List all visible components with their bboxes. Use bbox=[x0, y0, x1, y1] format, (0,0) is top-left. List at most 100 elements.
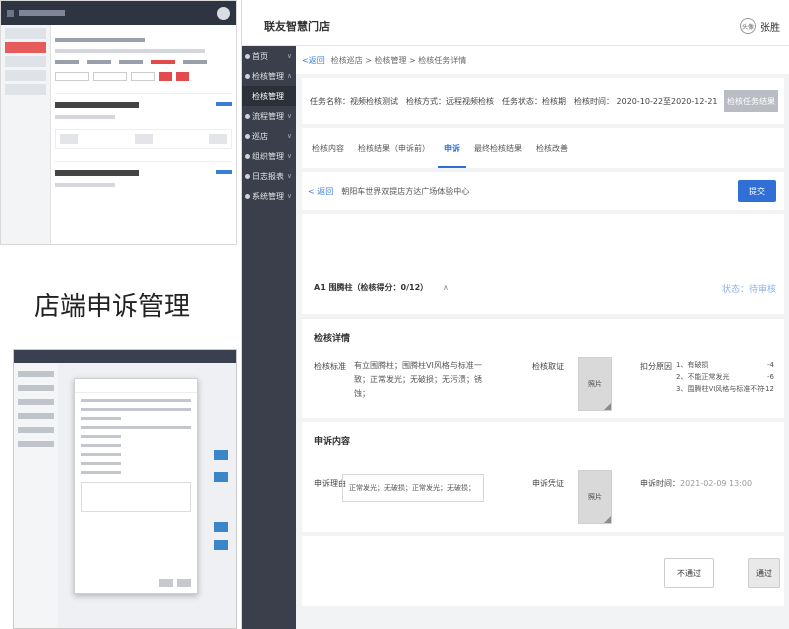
appeal-proof-photo[interactable]: 照片 bbox=[578, 470, 612, 524]
sidebar: 首页 ∨ 检核管理 ∧ 检核管理 流程管理 ∨ 巡店 ∨ 组织管理 ∨ 日志报表 ∨ 系统管… bbox=[242, 46, 296, 629]
inspection-details: 检核详情 检核标准 有立围腾柱；围腾柱VI风格与标准一致；正常发光；无破损；无污… bbox=[302, 318, 784, 418]
tab-improvement[interactable]: 检核改善 bbox=[536, 128, 568, 168]
sidebar-item-org[interactable]: 组织管理 ∨ bbox=[242, 146, 296, 166]
preview-modal bbox=[74, 378, 198, 594]
preview-line bbox=[18, 441, 54, 447]
evidence-label: 检核取证 bbox=[532, 362, 564, 371]
reason-score: -6 bbox=[767, 373, 774, 381]
sidebar-item-logs[interactable]: 日志报表 ∨ bbox=[242, 166, 296, 186]
preview-line bbox=[18, 371, 54, 377]
preview-filter-row bbox=[55, 72, 232, 81]
preview-line bbox=[18, 385, 54, 391]
preview-topbar bbox=[14, 350, 236, 363]
collapse-toggle-icon[interactable]: ∧ bbox=[443, 283, 449, 292]
sidebar-item-system[interactable]: 系统管理 ∨ bbox=[242, 186, 296, 206]
preview-line bbox=[18, 399, 54, 405]
settings-icon bbox=[245, 193, 250, 199]
home-icon bbox=[245, 53, 250, 59]
preview-line bbox=[81, 471, 121, 474]
chevron-up-icon: ∧ bbox=[286, 72, 292, 80]
reason-score: -4 bbox=[767, 361, 774, 369]
preview-line bbox=[81, 426, 191, 429]
section-caption: 店端申诉管理 bbox=[34, 292, 191, 322]
preview-header-bar bbox=[1, 1, 236, 25]
sidebar-item-label: 日志报表 bbox=[252, 171, 284, 181]
preview-nav-item bbox=[5, 56, 46, 67]
user-menu[interactable]: 头像 张胜 bbox=[740, 18, 780, 34]
preview-tab bbox=[87, 60, 111, 64]
reason-score: -12 bbox=[762, 385, 774, 393]
submit-button[interactable]: 提交 bbox=[738, 180, 776, 202]
sidebar-item-home[interactable]: 首页 ∨ bbox=[242, 46, 296, 66]
preview-line bbox=[55, 38, 145, 42]
sidebar-item-inspection[interactable]: 检核管理 ∧ bbox=[242, 66, 296, 86]
standard-label: 检核标准 bbox=[314, 362, 346, 371]
store-bar: < 返回 朝阳车世界双提店方达广场体验中心 提交 bbox=[302, 172, 784, 210]
preview-blue-button bbox=[214, 540, 228, 550]
action-bar: 不通过 通过 bbox=[302, 536, 784, 606]
appeal-title: 申诉内容 bbox=[314, 437, 351, 447]
preview-line bbox=[81, 444, 121, 447]
preview-tab bbox=[119, 60, 143, 64]
breadcrumb-path: 检核巡店 > 检核管理 > 检核任务详情 bbox=[330, 55, 467, 65]
tab-appeal[interactable]: 申诉 bbox=[438, 128, 466, 168]
tab-inspection-content[interactable]: 检核内容 bbox=[312, 128, 344, 168]
preview-logo bbox=[19, 10, 65, 16]
avatar[interactable]: 头像 bbox=[740, 18, 756, 34]
preview-line bbox=[81, 453, 121, 456]
standard-text: 有立围腾柱；围腾柱VI风格与标准一致；正常发光；无破损；无污渍；锈蚀； bbox=[354, 361, 482, 398]
back-link[interactable]: <返回 bbox=[302, 55, 325, 66]
task-time: 检核时间： 2020-10-22至2020-12-21 bbox=[574, 96, 718, 106]
store-back-link[interactable]: < 返回 bbox=[308, 186, 333, 197]
chevron-down-icon: ∨ bbox=[286, 172, 292, 180]
tab-result-before-appeal[interactable]: 检核结果（申诉前） bbox=[358, 128, 430, 168]
sidebar-item-label: 检核管理 bbox=[252, 91, 284, 101]
user-name[interactable]: 张胜 bbox=[760, 19, 780, 34]
item-title-text: A1 围腾柱（检核得分：0/12） bbox=[314, 283, 429, 292]
desktop-app: 联友智慧门店 头像 张胜 首页 ∨ 检核管理 ∧ 检核管理 流程管理 ∨ 巡店 ∨ 组织… bbox=[241, 0, 789, 629]
chevron-down-icon: ∨ bbox=[286, 112, 292, 120]
preview-modal-header bbox=[75, 379, 197, 393]
appeal-reason-field[interactable]: 正常发光；无破损；正常发光；无破损； bbox=[342, 474, 484, 502]
preview-card bbox=[55, 161, 232, 187]
screenshot-root: 店端申诉管理 联友智慧门店 头像 张胜 首页 ∨ 检核管理 ∧ 检核管理 流程管… bbox=[0, 0, 789, 629]
preview-line bbox=[81, 435, 121, 438]
preview-tab bbox=[183, 60, 207, 64]
deduct-label: 扣分原因 bbox=[640, 362, 672, 371]
preview-card-link bbox=[216, 170, 232, 174]
sidebar-item-patrol[interactable]: 巡店 ∨ bbox=[242, 126, 296, 146]
appeal-content: 申诉内容 申诉理由 正常发光；无破损；正常发光；无破损； 申诉凭证 照片 申诉时… bbox=[302, 422, 784, 532]
task-info-bar: 任务名称：视频检核测试 检核方式：远程视频检核 任务状态：检核期 检核时间： 2… bbox=[302, 78, 784, 124]
preview-input bbox=[55, 72, 89, 81]
preview-line bbox=[18, 427, 54, 433]
pass-button[interactable]: 通过 bbox=[748, 558, 780, 588]
process-icon bbox=[245, 113, 250, 119]
preview-card-title bbox=[55, 170, 139, 176]
chevron-down-icon: ∨ bbox=[286, 152, 292, 160]
evidence-photo[interactable]: 照片 bbox=[578, 357, 612, 411]
preview-sidebar bbox=[14, 363, 58, 628]
preview-tabs bbox=[55, 60, 232, 64]
status-badge: 状态：待审核 bbox=[721, 285, 776, 295]
task-result-button[interactable]: 检核任务结果 bbox=[724, 90, 778, 112]
sidebar-item-label: 组织管理 bbox=[252, 151, 284, 161]
item-header: A1 围腾柱（检核得分：0/12） ∧ 状态：待审核 bbox=[302, 214, 784, 314]
mobile-list-preview bbox=[0, 0, 237, 245]
reject-button[interactable]: 不通过 bbox=[664, 558, 714, 588]
preview-sidebar bbox=[1, 25, 51, 244]
tab-final-result[interactable]: 最终检核结果 bbox=[474, 128, 522, 168]
appeal-proof-label: 申诉凭证 bbox=[532, 479, 564, 488]
preview-card-title bbox=[55, 102, 139, 108]
sidebar-item-process[interactable]: 流程管理 ∨ bbox=[242, 106, 296, 126]
sidebar-subitem-inspection-manage[interactable]: 检核管理 bbox=[242, 86, 296, 106]
photo-label: 照片 bbox=[588, 493, 602, 501]
preview-main bbox=[55, 31, 232, 244]
preview-input bbox=[131, 72, 155, 81]
chevron-down-icon: ∨ bbox=[286, 132, 292, 140]
preview-input bbox=[93, 72, 127, 81]
breadcrumb: <返回 检核巡店 > 检核管理 > 检核任务详情 bbox=[296, 46, 789, 74]
preview-card bbox=[55, 93, 232, 149]
preview-blue-button bbox=[214, 450, 228, 460]
appeal-time-value: 2021-02-09 13:00 bbox=[680, 479, 753, 488]
log-icon bbox=[245, 173, 250, 179]
